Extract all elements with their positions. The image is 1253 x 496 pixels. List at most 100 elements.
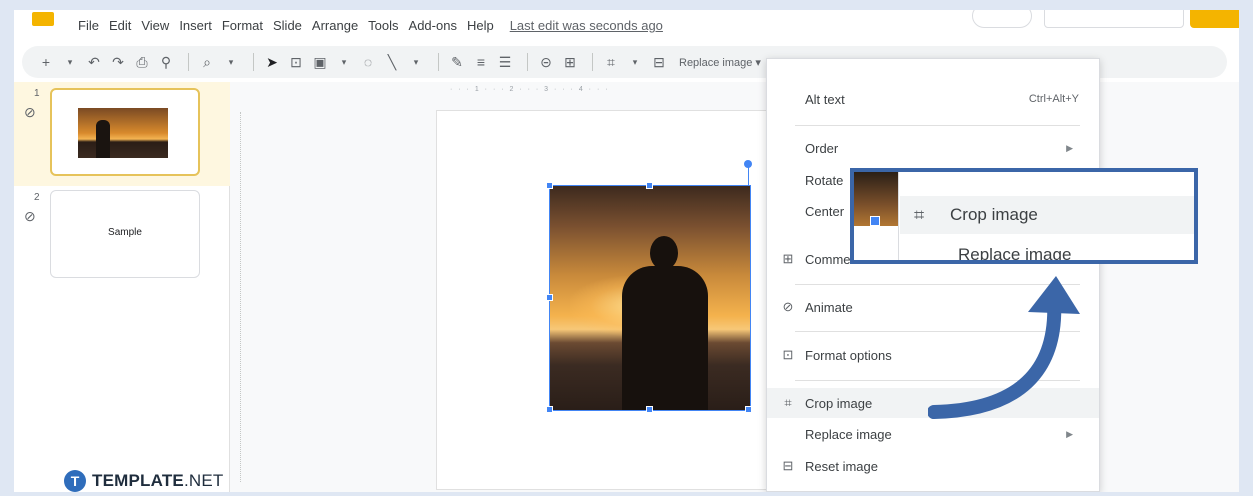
format-options-icon: ⊡ (782, 347, 794, 362)
comment-label: Comme (805, 251, 851, 267)
dropdown-icon[interactable]: ▾ (406, 57, 426, 68)
slide-number: 2 (34, 192, 40, 203)
border-dash-icon[interactable]: ☰ (495, 54, 515, 71)
thumbnail-image (78, 108, 168, 158)
menu-tools[interactable]: Tools (368, 18, 398, 33)
menu-format[interactable]: Format (222, 18, 263, 33)
border-weight-icon[interactable]: ≡ (471, 54, 491, 70)
resize-handle-bottom[interactable] (646, 406, 653, 413)
center-label: Center (805, 203, 845, 219)
undo-icon[interactable]: ↶ (84, 54, 104, 71)
shape-icon[interactable]: ◌ (358, 54, 378, 70)
submenu-arrow-icon: ▶ (1066, 142, 1073, 153)
dropdown-icon[interactable]: ▾ (625, 57, 645, 68)
logo-mark: T (64, 470, 86, 492)
person-silhouette-body (622, 266, 708, 410)
menu-help[interactable]: Help (467, 18, 494, 33)
callout-resize-handle (870, 216, 880, 226)
thumbnail-title: Sample (108, 227, 142, 238)
paint-format-icon[interactable]: ⚲ (156, 54, 176, 71)
slide-row-1[interactable]: 1 ⊘ (14, 82, 230, 186)
line-icon[interactable]: ╲ (382, 54, 402, 71)
rotate-handle[interactable] (744, 160, 752, 168)
logo-wordmark: TEMPLATE.NET (92, 471, 223, 491)
animate-icon: ⊘ (782, 299, 794, 314)
menu-view[interactable]: View (141, 18, 169, 33)
resize-handle-left[interactable] (546, 294, 553, 301)
replace-image-button[interactable]: Replace image ▾ (679, 56, 761, 69)
dropdown-icon[interactable]: ▾ (60, 57, 80, 68)
menu-addons[interactable]: Add-ons (409, 18, 457, 33)
selected-image[interactable] (549, 185, 751, 411)
animation-link-icon: ⊘ (24, 208, 36, 224)
alt-text-shortcut: Ctrl+Alt+Y (1028, 93, 1079, 105)
vertical-ruler (240, 112, 248, 482)
callout-crop-image[interactable]: ⌗ Crop image (900, 196, 1194, 234)
menu-item-order[interactable]: Order ▶ (767, 133, 1099, 163)
slides-logo-icon[interactable] (32, 12, 54, 26)
rotate-label: Rotate (805, 172, 844, 188)
crop-image-label: Crop image (805, 395, 873, 411)
menu-edit[interactable]: Edit (109, 18, 131, 33)
order-label: Order (805, 140, 839, 156)
slide-thumbnail-2[interactable]: Sample (50, 190, 200, 278)
add-icon[interactable]: + (36, 54, 56, 70)
slide-row-2[interactable]: 2 ⊘ Sample (14, 186, 230, 290)
dropdown-icon[interactable]: ▾ (334, 57, 354, 68)
link-icon[interactable]: ⊝ (536, 54, 556, 71)
pen-icon[interactable]: ✎ (447, 54, 467, 71)
logo-thin: .NET (183, 471, 224, 490)
crop-icon: ⌗ (914, 204, 925, 225)
menu-item-replace-image[interactable]: Replace image ▶ (767, 419, 1099, 449)
toolbar-divider (592, 53, 593, 71)
crop-icon: ⌗ (784, 395, 792, 410)
format-options-label: Format options (805, 347, 892, 363)
logo-bold: TEMPLATE (92, 471, 184, 490)
pointer-arrow-icon (928, 276, 1080, 419)
menu-arrange[interactable]: Arrange (312, 18, 358, 33)
comment-icon[interactable]: ⊞ (560, 54, 580, 71)
print-icon[interactable]: ⎙ (132, 54, 152, 71)
meet-button[interactable] (972, 10, 1032, 28)
callout-replace-label: Replace image (958, 245, 1072, 264)
menu-file[interactable]: File (78, 18, 99, 33)
reset-image-icon: ⊟ (782, 458, 794, 473)
comment-icon: ⊞ (782, 251, 794, 266)
resize-handle-top[interactable] (646, 182, 653, 189)
menu-item-alt-text[interactable]: Alt text Ctrl+Alt+Y (767, 84, 1099, 114)
menu-insert[interactable]: Insert (179, 18, 212, 33)
callout-divider (898, 172, 899, 260)
dropdown-icon[interactable]: ▾ (221, 57, 241, 68)
last-edit-link[interactable]: Last edit was seconds ago (510, 18, 663, 33)
redo-icon[interactable]: ↷ (108, 54, 128, 71)
callout-crop-label: Crop image (950, 205, 1038, 224)
toolbar-divider (438, 53, 439, 71)
replace-image-icon[interactable]: ⊟ (649, 54, 669, 71)
app-window: File Edit View Insert Format Slide Arran… (14, 10, 1239, 492)
zoom-callout: ⌗ Crop image Replace image (850, 168, 1198, 264)
menu-items: File Edit View Insert Format Slide Arran… (78, 18, 673, 33)
image-icon[interactable]: ▣ (310, 54, 330, 71)
toolbar-divider (527, 53, 528, 71)
slide-filmstrip: 1 ⊘ 2 ⊘ Sample (14, 82, 230, 492)
menu-slide[interactable]: Slide (273, 18, 302, 33)
share-button[interactable] (1190, 10, 1239, 28)
slideshow-button[interactable] (1044, 10, 1184, 28)
textbox-icon[interactable]: ⊡ (286, 54, 306, 71)
select-icon[interactable]: ➤ (262, 54, 282, 71)
toolbar-divider (253, 53, 254, 71)
animation-link-icon: ⊘ (24, 104, 36, 120)
resize-handle-bottom-left[interactable] (546, 406, 553, 413)
resize-handle-top-left[interactable] (546, 182, 553, 189)
callout-replace-image[interactable]: Replace image (900, 236, 1194, 264)
slide-thumbnail-1[interactable] (50, 88, 200, 176)
resize-handle-bottom-right[interactable] (745, 406, 752, 413)
menu-item-reset-image[interactable]: ⊟ Reset image (767, 451, 1099, 481)
menu-bar: File Edit View Insert Format Slide Arran… (14, 10, 1239, 42)
slide-number: 1 (34, 88, 40, 99)
toolbar-divider (188, 53, 189, 71)
crop-icon[interactable]: ⌗ (601, 54, 621, 71)
zoom-icon[interactable]: ⌕ (197, 54, 217, 71)
horizontal-ruler: · · · 1 · · · 2 · · · 3 · · · 4 · · · (450, 86, 610, 93)
thumbnail-silhouette (96, 120, 110, 158)
